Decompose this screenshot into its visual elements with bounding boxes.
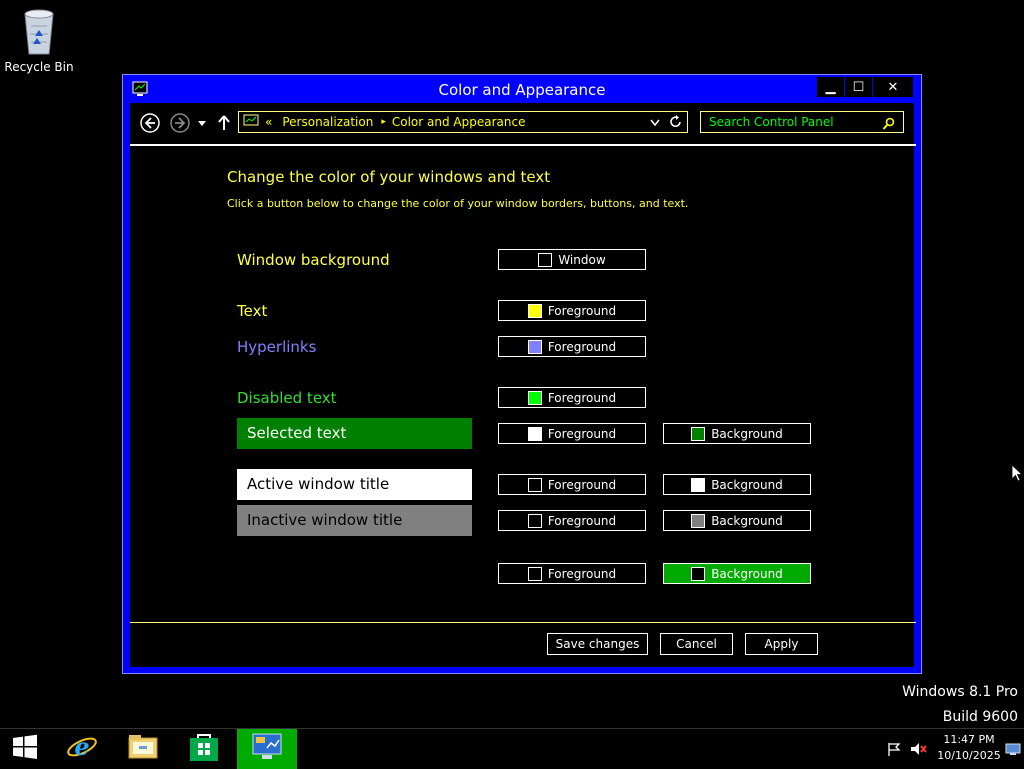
- color-swatch: [527, 390, 542, 405]
- breadcrumb-color-appearance[interactable]: Color and Appearance: [392, 115, 526, 129]
- close-button[interactable]: ✕: [873, 77, 913, 97]
- breadcrumb-prefix[interactable]: «: [265, 115, 272, 129]
- button-label: Foreground: [547, 566, 617, 581]
- address-bar[interactable]: « Personalization ▸ Color and Appearance: [238, 111, 688, 133]
- recycle-bin-desktop-icon[interactable]: Recycle Bin: [4, 6, 74, 74]
- maximize-button[interactable]: ☐: [845, 77, 872, 97]
- up-arrow-icon[interactable]: [216, 113, 236, 133]
- active-title-background-button[interactable]: Background: [663, 474, 811, 495]
- label-disabled-text: Disabled text: [237, 389, 337, 407]
- color-swatch: [538, 252, 553, 267]
- label-inactive-window-title: Inactive window title: [237, 505, 472, 536]
- button-label: Background: [711, 426, 783, 441]
- internet-explorer-icon: e: [66, 731, 98, 767]
- navigation-bar: « Personalization ▸ Color and Appearance…: [130, 103, 914, 143]
- color-swatch: [691, 477, 706, 492]
- window-background-color-button[interactable]: Window: [498, 249, 646, 270]
- color-swatch: [527, 477, 542, 492]
- recent-locations-chevron-icon[interactable]: [196, 115, 216, 135]
- page-instructions: Click a button below to change the color…: [227, 197, 689, 210]
- apply-button[interactable]: Apply: [745, 633, 818, 655]
- windows-logo-icon: [12, 734, 38, 764]
- inactive-title-foreground-button[interactable]: Foreground: [498, 510, 646, 531]
- button-label: Foreground: [547, 390, 617, 405]
- text-foreground-button[interactable]: Foreground: [498, 300, 646, 321]
- color-swatch: [527, 303, 542, 318]
- search-input[interactable]: Search Control Panel: [700, 111, 904, 133]
- color-swatch: [691, 513, 706, 528]
- file-explorer-icon: [127, 732, 159, 766]
- button-label: Background: [711, 477, 783, 492]
- button-label: Foreground: [547, 339, 617, 354]
- recycle-bin-icon: [17, 6, 61, 56]
- control-panel-icon: [251, 732, 283, 766]
- button-label: Background: [711, 566, 783, 581]
- show-desktop-icon[interactable]: [1005, 729, 1021, 769]
- button-label: Foreground: [547, 477, 617, 492]
- button-label: Background: [711, 513, 783, 528]
- mouse-cursor-icon: [1011, 464, 1024, 486]
- store-icon: [189, 732, 219, 766]
- color-swatch: [527, 426, 542, 441]
- address-dropdown-chevron-icon[interactable]: [649, 115, 661, 132]
- refresh-icon[interactable]: [669, 114, 683, 133]
- clock-time: 11:47 PM: [943, 733, 995, 746]
- color-swatch: [527, 339, 542, 354]
- volume-muted-icon[interactable]: [910, 729, 928, 769]
- clock-date: 10/10/2025: [937, 749, 1001, 762]
- taskbar-internet-explorer[interactable]: e: [54, 729, 110, 769]
- disabled-text-foreground-button[interactable]: Foreground: [498, 387, 646, 408]
- color-appearance-window: Color and Appearance ▁ ☐ ✕ « Personaliza…: [122, 74, 922, 674]
- save-changes-button[interactable]: Save changes: [547, 633, 648, 655]
- selected-text-background-button[interactable]: Background: [663, 423, 811, 444]
- taskbar: e 11:47 PM 10/10/2025: [0, 728, 1024, 769]
- button-text-foreground-button[interactable]: Foreground: [498, 563, 646, 584]
- color-swatch: [527, 513, 542, 528]
- cancel-button[interactable]: Cancel: [660, 633, 733, 655]
- button-label: Foreground: [547, 513, 617, 528]
- svg-text:e: e: [74, 732, 89, 761]
- footer-divider: [130, 622, 916, 623]
- inactive-title-background-button[interactable]: Background: [663, 510, 811, 531]
- taskbar-control-panel[interactable]: [237, 729, 297, 769]
- hyperlinks-foreground-button[interactable]: Foreground: [498, 336, 646, 357]
- button-label: Foreground: [547, 426, 617, 441]
- color-swatch: [691, 566, 706, 581]
- label-text: Text: [237, 302, 268, 320]
- system-clock[interactable]: 11:47 PM 10/10/2025: [930, 732, 1008, 764]
- windows-build-watermark: Build 9600: [942, 709, 1018, 725]
- label-hyperlinks: Hyperlinks: [237, 338, 317, 356]
- selected-text-foreground-button[interactable]: Foreground: [498, 423, 646, 444]
- search-icon[interactable]: [882, 116, 896, 135]
- breadcrumb-personalization[interactable]: Personalization: [282, 115, 373, 129]
- button-label: Foreground: [547, 303, 617, 318]
- button-label: Window: [558, 252, 606, 267]
- title-bar[interactable]: Color and Appearance ▁ ☐ ✕: [123, 75, 921, 105]
- window-title: Color and Appearance: [438, 81, 606, 99]
- forward-arrow-icon[interactable]: [170, 113, 190, 133]
- nav-divider: [130, 144, 916, 146]
- label-selected-text: Selected text: [237, 418, 472, 449]
- label-active-window-title: Active window title: [237, 469, 472, 500]
- page-heading: Change the color of your windows and tex…: [227, 168, 551, 186]
- window-client-area: « Personalization ▸ Color and Appearance…: [130, 103, 916, 667]
- minimize-button[interactable]: ▁: [817, 77, 844, 97]
- start-button[interactable]: [0, 729, 50, 769]
- back-arrow-icon[interactable]: [140, 113, 160, 133]
- action-center-flag-icon[interactable]: [886, 729, 902, 769]
- color-swatch: [691, 426, 706, 441]
- taskbar-store[interactable]: [176, 729, 232, 769]
- active-title-foreground-button[interactable]: Foreground: [498, 474, 646, 495]
- recycle-bin-label: Recycle Bin: [4, 60, 74, 74]
- breadcrumb-separator[interactable]: ▸: [381, 117, 386, 127]
- button-text-background-button[interactable]: Background: [663, 563, 811, 584]
- label-window-background: Window background: [237, 251, 390, 269]
- windows-edition-watermark: Windows 8.1 Pro: [902, 684, 1018, 700]
- control-panel-location-icon: [243, 114, 259, 131]
- color-swatch: [527, 566, 542, 581]
- taskbar-file-explorer[interactable]: [115, 729, 171, 769]
